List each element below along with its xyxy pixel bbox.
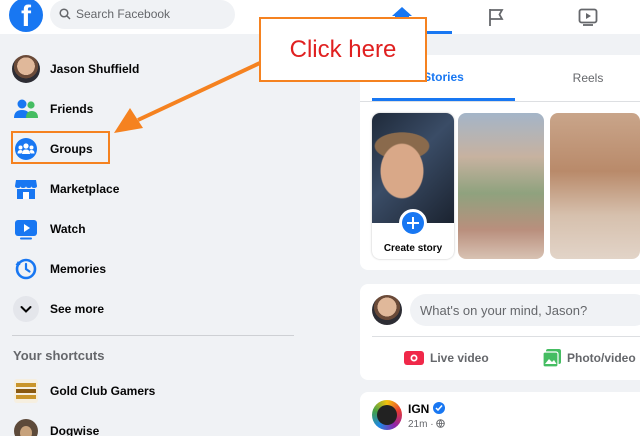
annotation-callout: Click here [259, 17, 427, 82]
callout-text: Click here [289, 35, 397, 63]
